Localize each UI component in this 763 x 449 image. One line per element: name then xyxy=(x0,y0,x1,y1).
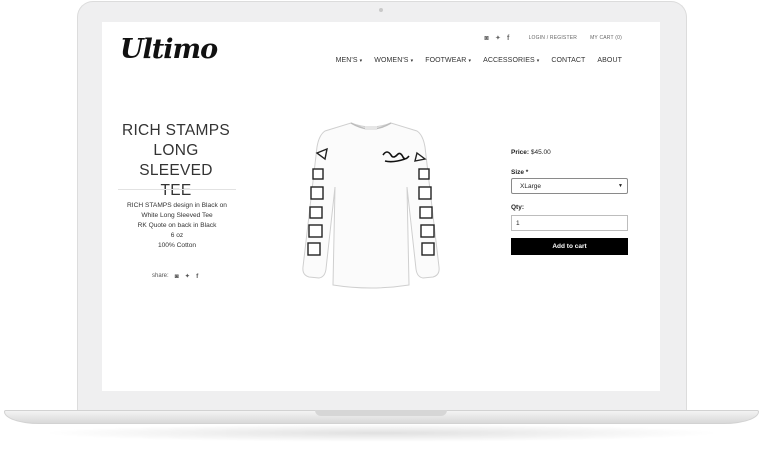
login-register-link[interactable]: LOGIN / REGISTER xyxy=(529,35,578,41)
title-line: LONG SLEEVED xyxy=(139,142,213,179)
twitter-icon[interactable]: ✦ xyxy=(495,34,501,42)
nav-item-womens[interactable]: WOMEN'S ▾ xyxy=(374,57,413,64)
my-cart-link[interactable]: MY CART (0) xyxy=(590,35,622,41)
instagram-icon[interactable]: ◙ xyxy=(175,273,179,280)
laptop-shadow xyxy=(40,424,723,442)
nav-label: FOOTWEAR xyxy=(425,57,467,64)
price: Price: $45.00 xyxy=(511,149,551,156)
size-selected-value: XLarge xyxy=(520,182,541,190)
site-logo[interactable]: Ultimo xyxy=(120,34,218,65)
nav-item-accessories[interactable]: ACCESSORIES ▾ xyxy=(483,57,539,64)
description-line: White Long Sleeved Tee xyxy=(141,212,213,219)
camera-icon xyxy=(379,8,383,12)
instagram-icon[interactable]: ◙ xyxy=(485,35,489,42)
facebook-icon[interactable]: f xyxy=(196,273,198,280)
nav-label: ACCESSORIES xyxy=(483,57,535,64)
dropdown-arrow-icon: ▼ xyxy=(618,183,623,189)
laptop-screen: Ultimo ◙ ✦ f LOGIN / REGISTER MY CART (0… xyxy=(102,22,660,391)
nav-item-contact[interactable]: CONTACT xyxy=(551,57,585,64)
nav-label: WOMEN'S xyxy=(374,57,409,64)
chevron-down-icon: ▾ xyxy=(468,57,472,64)
nav-label: ABOUT xyxy=(597,57,622,64)
main-nav: MEN'S ▾ WOMEN'S ▾ FOOTWEAR ▾ ACCESSORIES… xyxy=(336,57,622,64)
share-label: share: xyxy=(152,273,169,279)
nav-label: MEN'S xyxy=(335,57,358,64)
description-line: 6 oz xyxy=(170,232,184,239)
facebook-icon[interactable]: f xyxy=(507,35,510,42)
chevron-down-icon: ▾ xyxy=(536,57,540,64)
chevron-down-icon: ▾ xyxy=(410,57,414,64)
top-links: ◙ ✦ f LOGIN / REGISTER MY CART (0) xyxy=(485,34,622,43)
description-line: RICH STAMPS design in Black on xyxy=(127,202,227,209)
add-to-cart-button[interactable]: Add to cart xyxy=(511,238,628,255)
shirt-body xyxy=(302,122,440,289)
title-line: RICH STAMPS xyxy=(121,122,231,139)
size-label: Size * xyxy=(511,169,529,176)
price-value: $45.00 xyxy=(530,149,551,156)
laptop-notch xyxy=(315,410,447,416)
description-line: 100% Cotton xyxy=(157,242,197,249)
twitter-icon[interactable]: ✦ xyxy=(185,272,190,280)
title-line: TEE xyxy=(160,182,192,199)
chevron-down-icon: ▾ xyxy=(359,57,363,64)
description-line: RK Quote on back in Black xyxy=(137,222,217,229)
nav-item-footwear[interactable]: FOOTWEAR ▾ xyxy=(425,57,471,64)
size-select[interactable]: XLarge ▼ xyxy=(511,178,628,194)
product-image[interactable] xyxy=(299,117,443,293)
nav-label: CONTACT xyxy=(551,57,586,64)
nav-item-mens[interactable]: MEN'S ▾ xyxy=(336,57,363,64)
qty-label: Qty: xyxy=(511,204,524,211)
product-description: RICH STAMPS design in Black on White Lon… xyxy=(118,201,236,251)
header-social: ◙ ✦ f xyxy=(485,34,510,43)
price-label: Price: xyxy=(511,149,530,156)
qty-input[interactable]: 1 xyxy=(511,215,628,231)
share-bar: share: ◙ ✦ f xyxy=(152,272,198,281)
nav-item-about[interactable]: ABOUT xyxy=(597,57,622,64)
title-divider xyxy=(118,189,236,190)
